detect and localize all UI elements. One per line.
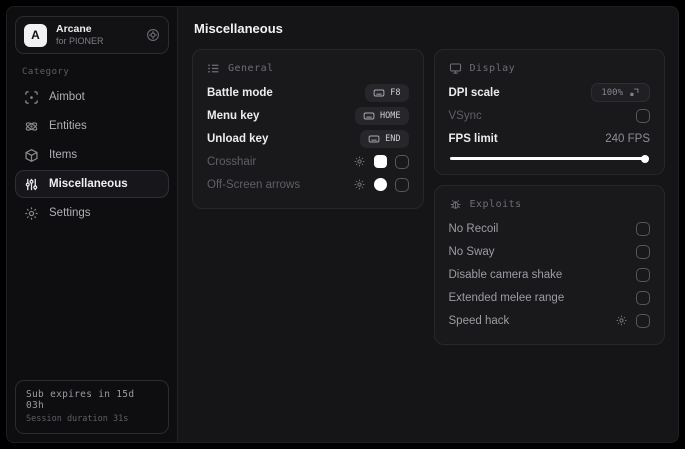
setting-row-dpi-scale: DPI scale 100% <box>448 81 650 104</box>
setting-label: Crosshair <box>207 155 257 168</box>
sidebar-item-label: Miscellaneous <box>49 178 128 191</box>
setting-label: Extended melee range <box>448 291 565 304</box>
session-duration-text: Session duration 31s <box>26 414 129 424</box>
main-content: Miscellaneous General Battle mode F8 Men… <box>178 7 678 442</box>
speed-hack-settings-icon[interactable] <box>615 314 628 327</box>
sidebar-item-label: Entities <box>49 120 87 133</box>
atom-icon <box>24 119 39 134</box>
scale-icon <box>629 87 640 98</box>
fps-limit-value: 240 FPS <box>605 132 650 145</box>
vsync-checkbox[interactable] <box>636 108 650 123</box>
setting-row-no-sway: No Sway <box>448 240 650 263</box>
keybind-button[interactable]: F8 <box>365 83 409 102</box>
setting-label: VSync <box>448 109 482 122</box>
sidebar-item-items[interactable]: Items <box>15 141 169 169</box>
setting-label: No Sway <box>448 245 495 258</box>
no-recoil-checkbox[interactable] <box>636 221 650 236</box>
list-icon <box>207 62 220 75</box>
crosshair-color-swatch[interactable] <box>373 155 387 168</box>
disable-camera-shake-checkbox[interactable] <box>636 267 650 282</box>
exploits-panel: Exploits No Recoil No Sway Disable camer… <box>433 185 665 345</box>
setting-row-vsync: VSync <box>448 104 650 127</box>
brand-subtitle: for PIONER <box>56 36 104 47</box>
setting-row-speed-hack: Speed hack <box>448 309 650 332</box>
gear-icon <box>24 206 39 221</box>
setting-row-battle-mode: Battle mode F8 <box>207 81 409 104</box>
offscreen-arrows-color-swatch[interactable] <box>373 178 387 191</box>
dpi-scale-value: 100% <box>601 87 623 98</box>
display-panel: Display DPI scale 100% VSync FPS limit 2… <box>433 49 665 175</box>
subscription-info: Sub expires in 15d 03h Session duration … <box>15 380 169 434</box>
category-label: Category <box>22 67 70 78</box>
setting-label: No Recoil <box>448 222 499 235</box>
setting-label: Menu key <box>207 109 260 122</box>
keyboard-icon <box>373 87 385 99</box>
fps-limit-slider[interactable] <box>449 154 649 163</box>
crosshair-checkbox[interactable] <box>394 154 409 169</box>
sidebar: A Arcane for PIONER Category Aimbot Enti… <box>7 7 178 442</box>
general-panel: General Battle mode F8 Menu key HOME Unl… <box>192 49 424 209</box>
setting-label: Unload key <box>207 132 269 145</box>
keybind-button[interactable]: HOME <box>355 106 409 125</box>
sidebar-item-entities[interactable]: Entities <box>15 112 169 140</box>
brand-logo: A <box>24 23 47 47</box>
setting-label: Speed hack <box>448 314 510 327</box>
setting-label: Off-Screen arrows <box>207 178 301 191</box>
keybind-value: END <box>385 133 401 144</box>
crosshair-settings-icon[interactable] <box>353 155 366 168</box>
sidebar-item-settings[interactable]: Settings <box>15 199 169 227</box>
sidebar-item-miscellaneous[interactable]: Miscellaneous <box>15 170 169 199</box>
keybind-value: HOME <box>380 110 401 121</box>
sidebar-nav: Aimbot Entities Items Miscellaneous Sett… <box>15 83 169 227</box>
page-title: Miscellaneous <box>194 21 283 36</box>
keybind-value: F8 <box>390 87 401 98</box>
no-sway-checkbox[interactable] <box>636 244 650 259</box>
box-icon <box>24 148 39 163</box>
bug-icon <box>449 198 462 211</box>
brand-settings-icon[interactable] <box>146 28 160 42</box>
setting-row-no-recoil: No Recoil <box>448 217 650 240</box>
dpi-scale-select[interactable]: 100% <box>591 83 650 102</box>
sidebar-item-label: Settings <box>49 207 91 220</box>
setting-row-menu-key: Menu key HOME <box>207 104 409 127</box>
panel-title: Exploits <box>469 199 522 210</box>
keyboard-icon <box>363 110 375 122</box>
offscreen-arrows-settings-icon[interactable] <box>353 178 366 191</box>
panel-title: General <box>228 63 274 74</box>
setting-label: FPS limit <box>448 132 498 145</box>
speed-hack-checkbox[interactable] <box>636 313 650 328</box>
brand-name: Arcane <box>56 23 92 35</box>
setting-label: Disable camera shake <box>448 268 563 281</box>
setting-row-fps-limit: FPS limit 240 FPS <box>449 127 651 150</box>
sidebar-item-label: Aimbot <box>49 91 85 104</box>
app-window: A Arcane for PIONER Category Aimbot Enti… <box>6 6 679 443</box>
monitor-icon <box>449 62 462 75</box>
keyboard-icon <box>368 133 380 145</box>
setting-row-unload-key: Unload key END <box>207 127 409 150</box>
sub-expires-text: Sub expires in 15d 03h <box>26 389 135 411</box>
extended-melee-range-checkbox[interactable] <box>636 290 650 305</box>
fps-slider-fill <box>449 157 649 160</box>
setting-row-disable-camera-shake: Disable camera shake <box>448 263 650 286</box>
slider-knob[interactable] <box>641 154 649 163</box>
setting-row-crosshair: Crosshair <box>207 150 409 173</box>
panel-title: Display <box>469 63 516 74</box>
scan-icon <box>24 90 39 105</box>
brand-card: A Arcane for PIONER <box>15 16 169 55</box>
keybind-button[interactable]: END <box>360 129 409 148</box>
setting-label: Battle mode <box>207 86 273 99</box>
setting-row-extended-melee-range: Extended melee range <box>448 286 650 309</box>
setting-label: DPI scale <box>448 86 500 99</box>
setting-row-offscreen-arrows: Off-Screen arrows <box>207 173 409 196</box>
sidebar-item-label: Items <box>49 149 78 162</box>
offscreen-arrows-checkbox[interactable] <box>394 177 409 192</box>
sidebar-item-aimbot[interactable]: Aimbot <box>15 83 169 111</box>
sliders-icon <box>24 177 39 192</box>
